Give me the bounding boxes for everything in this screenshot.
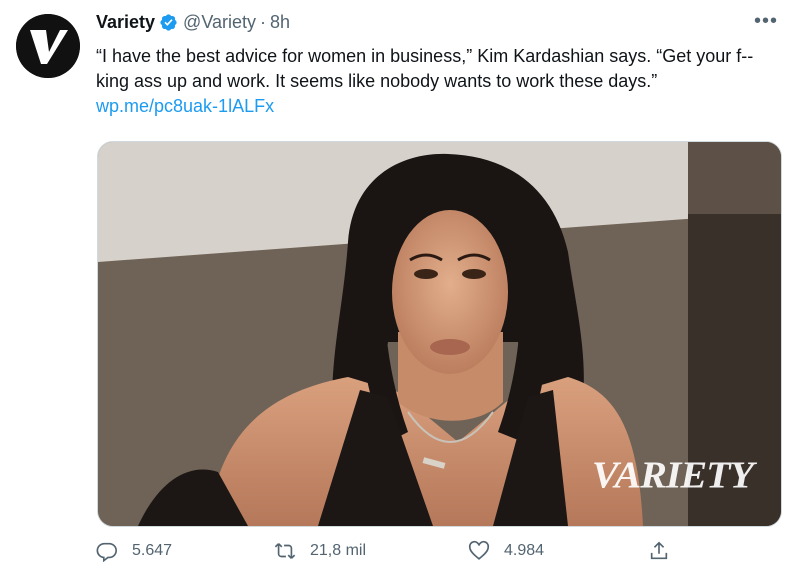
- like-count: 4.984: [504, 542, 545, 559]
- tweet-media-photo[interactable]: VARIETY: [97, 141, 782, 527]
- share-icon: [650, 541, 668, 560]
- separator: ·: [260, 12, 267, 32]
- timestamp[interactable]: 8h: [270, 12, 290, 33]
- more-icon[interactable]: •••: [754, 10, 778, 33]
- variety-logo-icon: [16, 14, 80, 78]
- reply-icon: [96, 542, 117, 562]
- author-name[interactable]: Variety: [96, 12, 155, 33]
- like-button[interactable]: 4.984: [468, 540, 544, 562]
- tweet-body: “I have the best advice for women in bus…: [96, 46, 754, 91]
- reply-count: 5.647: [132, 542, 173, 559]
- reply-button[interactable]: 5.647: [96, 540, 172, 562]
- variety-watermark: VARIETY: [591, 453, 754, 496]
- tweet-text: “I have the best advice for women in bus…: [96, 44, 776, 119]
- tweet-actions: 5.647 21,8 mil 4.984: [96, 540, 776, 570]
- author-handle[interactable]: @Variety: [183, 12, 256, 33]
- like-icon: [468, 540, 490, 560]
- tweet-link[interactable]: wp.me/pc8uak-1lALFx: [96, 96, 274, 116]
- tweet-header: Variety @Variety · 8h: [96, 12, 290, 33]
- retweet-button[interactable]: 21,8 mil: [274, 540, 366, 562]
- share-button[interactable]: [648, 540, 684, 562]
- verified-badge-icon: [160, 14, 177, 31]
- avatar[interactable]: [16, 14, 80, 78]
- retweet-icon: [274, 543, 296, 559]
- retweet-count: 21,8 mil: [310, 542, 367, 559]
